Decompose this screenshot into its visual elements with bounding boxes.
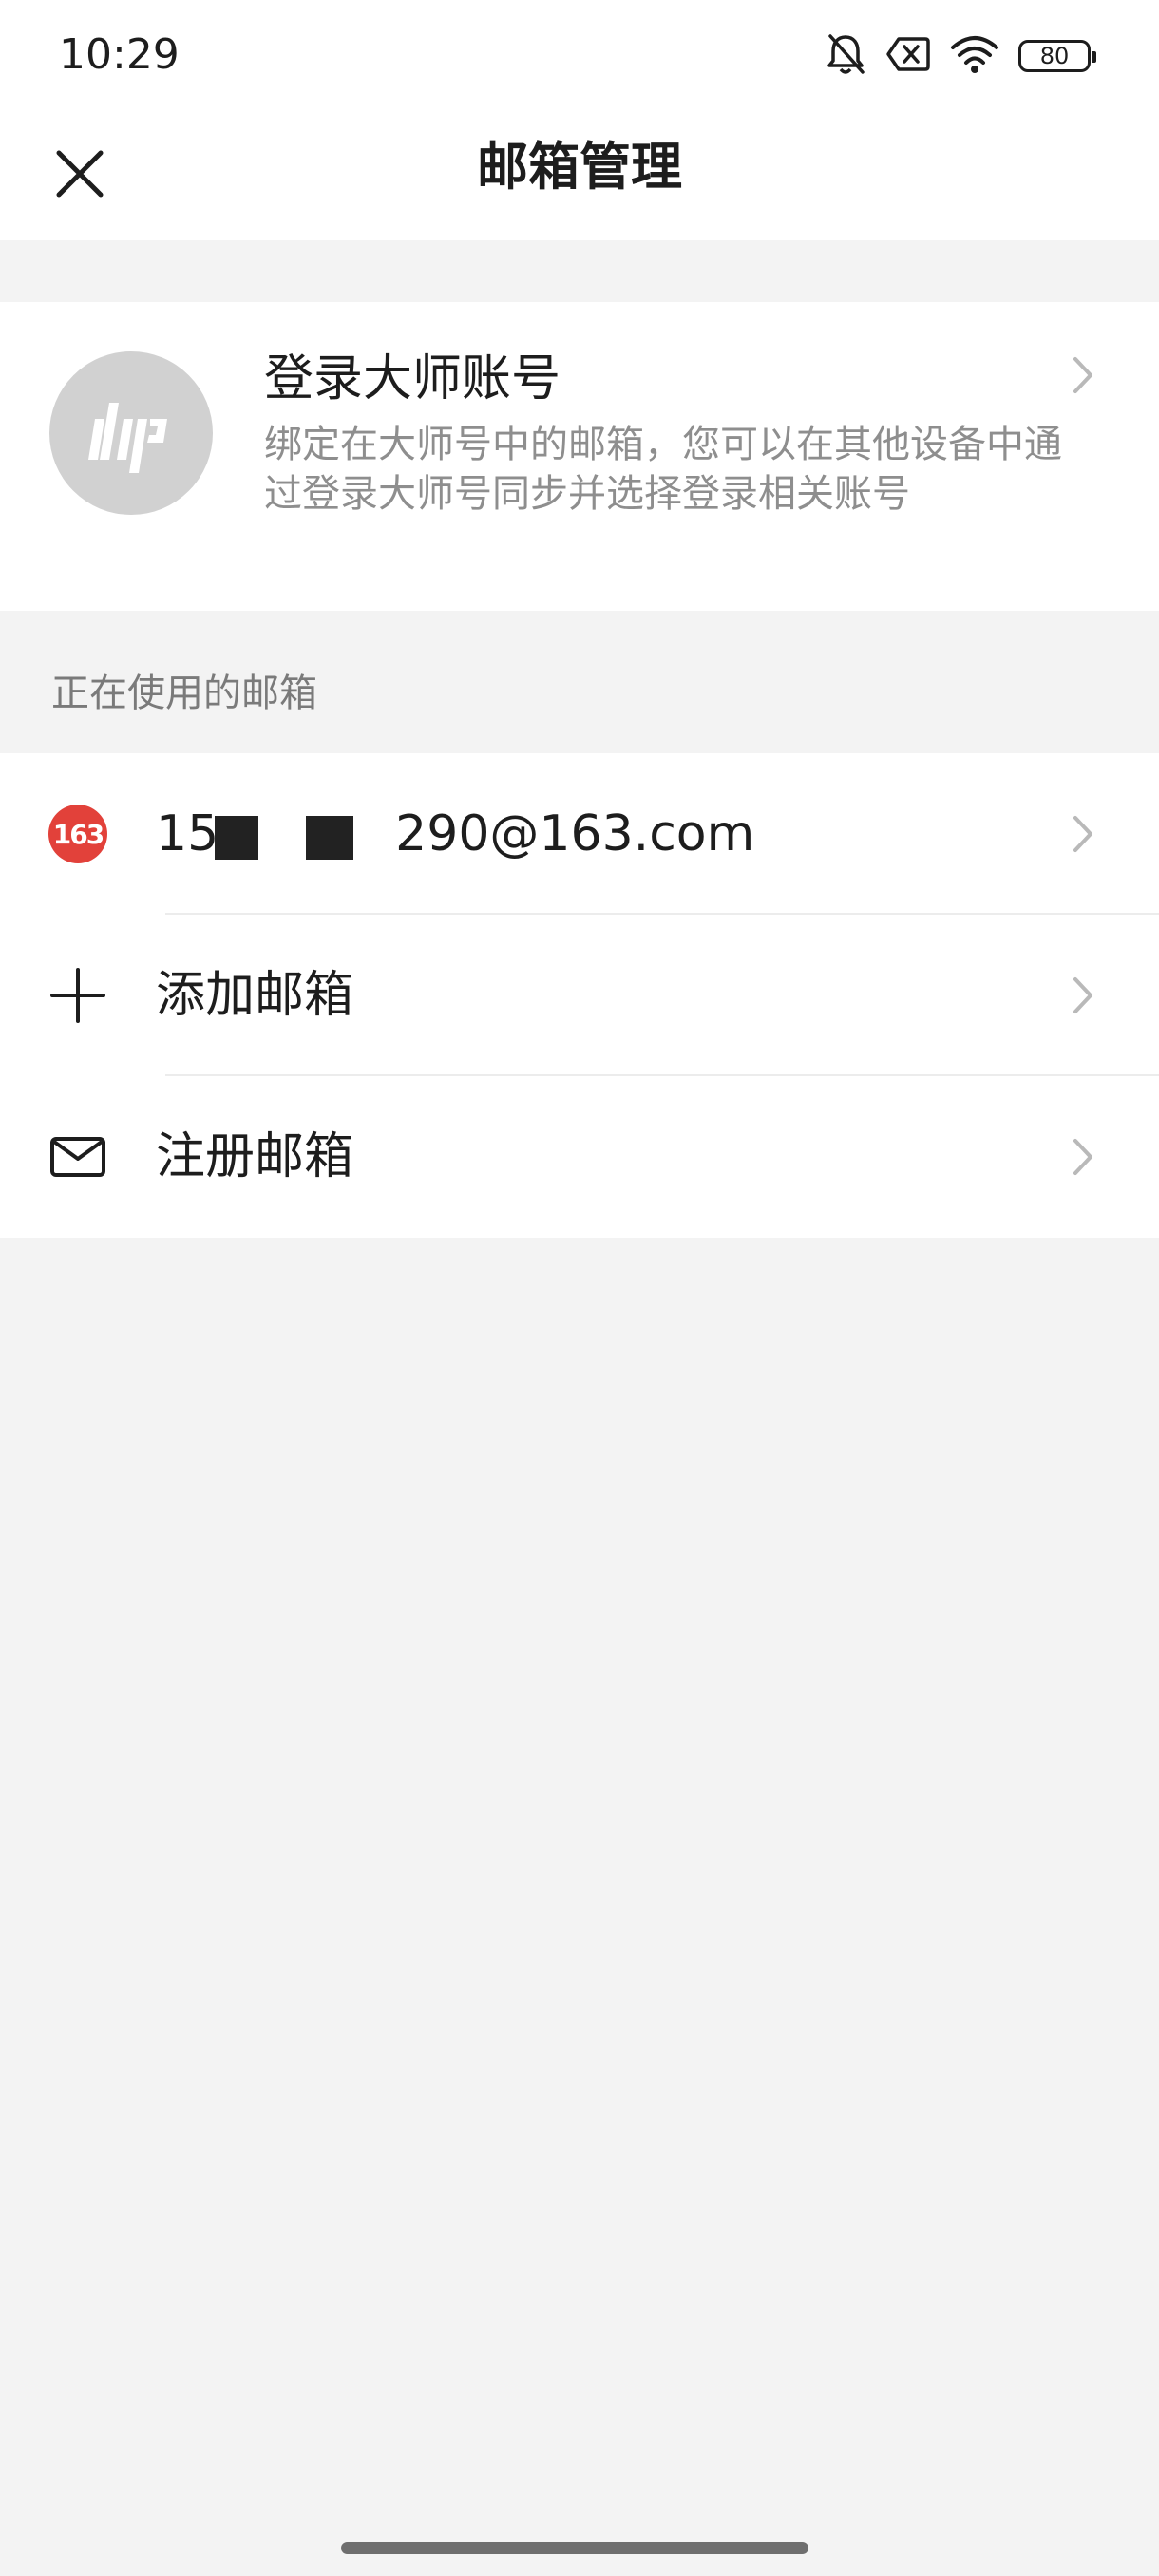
page-title: 邮箱管理	[477, 137, 682, 197]
master-avatar	[49, 351, 213, 515]
chevron-right-icon	[1066, 1133, 1100, 1181]
bell-off-icon	[825, 32, 866, 80]
mail-icon	[48, 1127, 108, 1187]
section-header-in-use: 正在使用的邮箱	[51, 672, 317, 715]
wifi-icon	[950, 34, 999, 78]
battery-icon: 80	[1018, 40, 1096, 72]
register-mailbox-label: 注册邮箱	[156, 1128, 354, 1185]
redaction-block	[215, 816, 259, 860]
email-suffix: 290@163.com	[395, 805, 755, 862]
mailbox-list: 163 15 290@163.com 添加邮箱 注册邮箱	[0, 753, 1159, 1238]
master-account-description: 绑定在大师号中的邮箱，您可以在其他设备中通过登录大师号同步并选择登录相关账号	[264, 423, 1062, 516]
master-account-card[interactable]: 登录大师账号 绑定在大师号中的邮箱，您可以在其他设备中通过登录大师号同步并选择登…	[0, 302, 1159, 611]
list-item-add-mailbox[interactable]: 添加邮箱	[0, 915, 1159, 1076]
status-bar: 10:29 80	[0, 0, 1159, 109]
list-item-email-account[interactable]: 163 15 290@163.com	[0, 753, 1159, 915]
email-address: 15 290@163.com	[156, 801, 754, 867]
master-account-title: 登录大师账号	[264, 350, 561, 407]
no-sim-icon	[885, 35, 931, 77]
title-bar: 邮箱管理	[0, 109, 1159, 240]
status-icons: 80	[825, 32, 1096, 80]
chevron-right-icon	[1066, 972, 1100, 1019]
badge-163: 163	[48, 805, 107, 863]
home-indicator[interactable]	[341, 2542, 808, 2554]
battery-level: 80	[1039, 43, 1070, 69]
list-item-register-mailbox[interactable]: 注册邮箱	[0, 1076, 1159, 1238]
master-logo-icon	[88, 403, 167, 473]
add-mailbox-label: 添加邮箱	[156, 967, 354, 1024]
netease-163-icon: 163	[48, 804, 108, 864]
chevron-right-icon	[1066, 810, 1100, 858]
status-time: 10:29	[59, 30, 180, 79]
plus-icon	[48, 965, 108, 1026]
chevron-right-icon	[1066, 351, 1100, 399]
redaction-block	[306, 816, 354, 860]
email-prefix: 15	[156, 805, 219, 862]
